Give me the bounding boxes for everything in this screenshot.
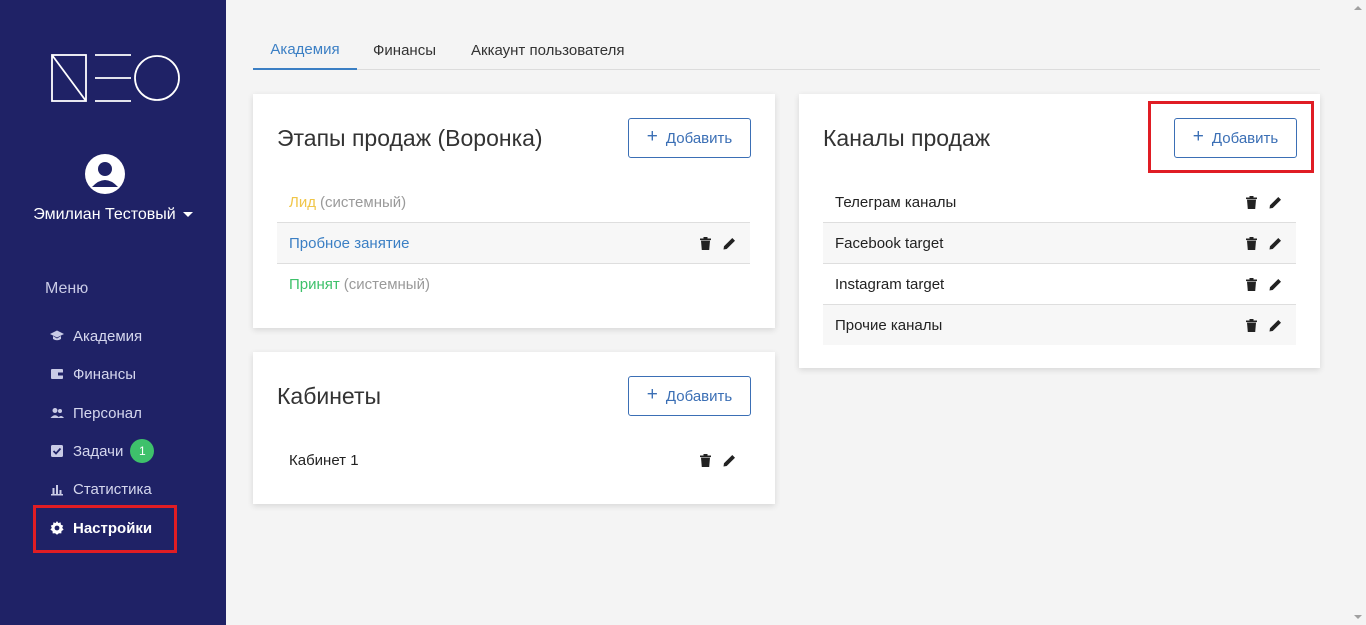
sidebar-item-label: Задачи (73, 442, 124, 460)
stage-name: Принят (289, 275, 340, 293)
cabinets-card: Кабинеты + Добавить Кабинет 1 (253, 352, 775, 504)
card-title: Каналы продаж (823, 125, 991, 151)
user-dropdown[interactable]: Эмилиан Тестовый (0, 206, 226, 224)
channel-name: Instagram target (835, 275, 945, 293)
users-icon (49, 405, 65, 421)
sidebar-item-label: Статистика (73, 480, 152, 498)
neo-logo[interactable] (51, 54, 181, 102)
check-square-icon (49, 443, 65, 459)
add-channel-highlight-box (1148, 101, 1314, 173)
list-item: Instagram target (823, 263, 1296, 304)
user-name: Эмилиан Тестовый (33, 206, 176, 223)
card-title: Этапы продаж (Воронка) (277, 125, 543, 151)
trash-icon[interactable] (1244, 317, 1258, 333)
trash-icon[interactable] (1244, 276, 1258, 292)
tab-user-account[interactable]: Аккаунт пользователя (471, 30, 624, 70)
graduation-cap-icon (49, 328, 65, 344)
list-item: Телеграм каналы (823, 182, 1296, 223)
list-item: Прочие каналы (823, 304, 1296, 345)
wallet-icon (49, 366, 65, 382)
scrollbar[interactable] (1349, 0, 1366, 625)
avatar[interactable] (85, 154, 125, 194)
chevron-down-icon (182, 212, 193, 218)
sidebar-item-finance[interactable]: Финансы (49, 363, 136, 385)
bar-chart-icon (49, 481, 65, 497)
sidebar-item-label: Персонал (73, 404, 142, 422)
sidebar-item-academy[interactable]: Академия (49, 325, 142, 347)
cabinet-name: Кабинет 1 (289, 452, 359, 469)
plus-icon: + (646, 384, 658, 405)
list-item: Facebook target (823, 222, 1296, 263)
pencil-icon[interactable] (1268, 235, 1282, 251)
settings-highlight-box (33, 505, 177, 553)
list-item: Лид (системный) (277, 182, 750, 223)
add-sales-stage-button[interactable]: + Добавить (628, 118, 751, 158)
channel-name: Facebook target (835, 234, 944, 252)
channel-name: Прочие каналы (835, 316, 943, 334)
pencil-icon[interactable] (722, 235, 736, 251)
plus-icon: + (646, 126, 658, 147)
tab-finance[interactable]: Финансы (373, 30, 436, 70)
settings-tabs: Академия Финансы Аккаунт пользователя (253, 30, 1320, 70)
system-note: (системный) (319, 194, 407, 211)
sidebar-item-label: Академия (73, 327, 143, 345)
sidebar-item-statistics[interactable]: Статистика (49, 478, 152, 500)
pencil-icon[interactable] (1268, 317, 1282, 333)
trash-icon[interactable] (698, 452, 712, 468)
sidebar-item-label: Финансы (73, 365, 136, 383)
tasks-count-badge: 1 (130, 439, 155, 463)
scroll-down-icon[interactable] (1354, 615, 1362, 619)
trash-icon[interactable] (1244, 235, 1258, 251)
add-cabinet-button[interactable]: + Добавить (628, 376, 751, 416)
trash-icon[interactable] (1244, 194, 1258, 210)
card-title: Кабинеты (277, 383, 382, 409)
system-note: (системный) (343, 275, 430, 293)
stage-name: Лид (289, 194, 316, 211)
pencil-icon[interactable] (1268, 276, 1282, 292)
stage-name[interactable]: Пробное занятие (289, 235, 409, 252)
pencil-icon[interactable] (1268, 194, 1282, 210)
list-item: Принят (системный) (277, 263, 750, 304)
pencil-icon[interactable] (722, 452, 736, 468)
trash-icon[interactable] (698, 235, 712, 251)
tab-academy[interactable]: Академия (253, 30, 357, 70)
list-item: Пробное занятие (277, 222, 750, 263)
scroll-up-icon[interactable] (1354, 6, 1362, 10)
sidebar-item-tasks[interactable]: Задачи 1 (49, 439, 155, 463)
sidebar-item-staff[interactable]: Персонал (49, 402, 142, 424)
menu-heading: Меню (45, 280, 89, 297)
sales-stages-card: Этапы продаж (Воронка) + Добавить Лид (си… (253, 94, 775, 328)
channel-name: Телеграм каналы (835, 194, 957, 211)
list-item: Кабинет 1 (277, 440, 750, 481)
